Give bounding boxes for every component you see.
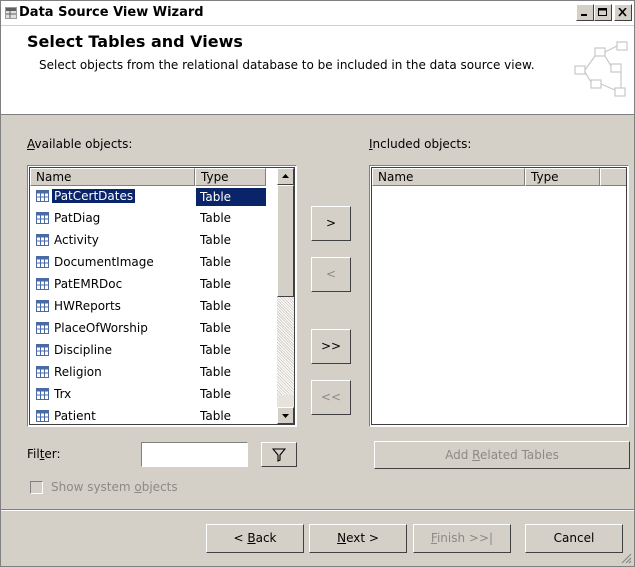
wizard-window: Data Source View Wizard Select Tables an… bbox=[0, 0, 635, 567]
available-objects-list[interactable]: Name Type PatCertDates Table PatDiag Table A… bbox=[27, 165, 297, 427]
table-row[interactable]: PatEMRDoc Table bbox=[30, 274, 266, 296]
row-name: PlaceOfWorship bbox=[54, 321, 148, 335]
row-type: Table bbox=[200, 211, 232, 225]
row-name: Trx bbox=[54, 387, 72, 401]
row-type: Table bbox=[200, 409, 232, 423]
table-row[interactable]: Religion Table bbox=[30, 362, 266, 384]
row-type: Table bbox=[200, 299, 232, 313]
row-name: HWReports bbox=[54, 299, 121, 313]
scroll-down-icon bbox=[282, 414, 289, 418]
table-icon bbox=[36, 190, 49, 202]
row-name: Activity bbox=[54, 233, 99, 247]
row-name: Patient bbox=[54, 409, 96, 423]
scroll-down-button[interactable] bbox=[277, 407, 294, 424]
close-icon bbox=[618, 8, 627, 17]
row-type: Table bbox=[200, 343, 232, 357]
row-type: Table bbox=[200, 277, 232, 291]
table-row[interactable]: Trx Table bbox=[30, 384, 266, 406]
table-row[interactable]: PlaceOfWorship Table bbox=[30, 318, 266, 340]
minimize-button[interactable] bbox=[576, 4, 594, 21]
scroll-up-icon bbox=[282, 174, 289, 178]
table-row[interactable]: HWReports Table bbox=[30, 296, 266, 318]
remove-selected-button[interactable]: < bbox=[311, 257, 351, 292]
scroll-track[interactable] bbox=[277, 297, 294, 395]
available-col-type[interactable]: Type bbox=[195, 168, 266, 186]
finish-button[interactable]: Finish >>| bbox=[413, 524, 511, 553]
row-name: Religion bbox=[54, 365, 102, 379]
table-icon bbox=[36, 256, 49, 268]
table-icon bbox=[36, 300, 49, 312]
table-icon bbox=[36, 322, 49, 334]
back-button[interactable]: < Back bbox=[206, 524, 304, 553]
table-icon bbox=[36, 366, 49, 378]
available-col-name[interactable]: Name bbox=[30, 168, 195, 186]
row-name: PatEMRDoc bbox=[54, 277, 123, 291]
add-selected-button[interactable]: > bbox=[311, 206, 351, 241]
row-type: Table bbox=[196, 188, 266, 206]
minimize-icon bbox=[581, 14, 587, 16]
scroll-up-button[interactable] bbox=[277, 168, 294, 185]
filter-input[interactable] bbox=[141, 442, 248, 467]
table-row[interactable]: DocumentImage Table bbox=[30, 252, 266, 274]
filter-button[interactable] bbox=[261, 442, 297, 467]
included-col-name[interactable]: Name bbox=[372, 168, 525, 186]
available-scrollbar[interactable] bbox=[277, 168, 294, 424]
included-col-filler bbox=[600, 168, 626, 186]
table-icon bbox=[36, 388, 49, 400]
close-button[interactable] bbox=[614, 4, 632, 21]
filter-label: Filter: bbox=[27, 447, 61, 461]
show-system-objects-checkbox[interactable] bbox=[30, 481, 43, 494]
table-icon bbox=[36, 212, 49, 224]
included-objects-list[interactable]: Name Type bbox=[369, 165, 629, 427]
row-type: Table bbox=[200, 233, 232, 247]
table-row[interactable]: Activity Table bbox=[30, 230, 266, 252]
cancel-button[interactable]: Cancel bbox=[525, 524, 623, 553]
title-bar[interactable]: Data Source View Wizard bbox=[1, 1, 634, 26]
row-name: PatDiag bbox=[54, 211, 101, 225]
included-col-type[interactable]: Type bbox=[525, 168, 600, 186]
add-all-button[interactable]: >> bbox=[311, 329, 351, 364]
page-title: Select Tables and Views bbox=[27, 32, 243, 51]
table-row[interactable]: Discipline Table bbox=[30, 340, 266, 362]
app-icon bbox=[5, 7, 17, 19]
page-subtitle: Select objects from the relational datab… bbox=[39, 58, 535, 72]
window-title: Data Source View Wizard bbox=[19, 5, 204, 20]
row-name: DocumentImage bbox=[54, 255, 154, 269]
add-related-tables-button[interactable]: Add Related Tables bbox=[374, 441, 630, 469]
maximize-icon bbox=[598, 8, 607, 16]
table-icon bbox=[36, 234, 49, 246]
row-type: Table bbox=[200, 321, 232, 335]
resize-grip-icon[interactable] bbox=[620, 552, 632, 564]
show-system-objects-label[interactable]: Show system objects bbox=[51, 480, 178, 494]
remove-all-button[interactable]: << bbox=[311, 380, 351, 415]
maximize-button[interactable] bbox=[594, 4, 612, 21]
table-icon bbox=[36, 410, 49, 422]
funnel-icon bbox=[272, 448, 286, 462]
scroll-thumb[interactable] bbox=[277, 185, 294, 297]
next-button[interactable]: Next > bbox=[309, 524, 407, 553]
row-type: Table bbox=[200, 365, 232, 379]
available-objects-label: Available objects: bbox=[27, 137, 133, 151]
included-objects-label: Included objects: bbox=[369, 137, 472, 151]
row-type: Table bbox=[200, 387, 232, 401]
table-row[interactable]: PatDiag Table bbox=[30, 208, 266, 230]
wizard-graphic-icon bbox=[574, 41, 628, 97]
wizard-header: Select Tables and Views Select objects f… bbox=[1, 26, 634, 115]
row-type: Table bbox=[200, 255, 232, 269]
row-name: PatCertDates bbox=[52, 189, 136, 203]
table-icon bbox=[36, 344, 49, 356]
table-row[interactable]: PatCertDates Table bbox=[30, 186, 266, 208]
footer-separator bbox=[1, 509, 634, 511]
table-icon bbox=[36, 278, 49, 290]
row-name: Discipline bbox=[54, 343, 113, 357]
table-row[interactable]: Patient Table bbox=[30, 406, 266, 424]
